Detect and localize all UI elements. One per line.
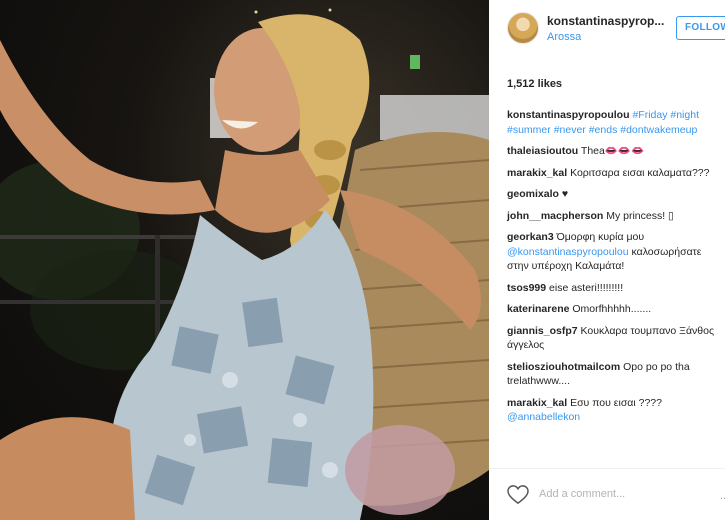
comment-username[interactable]: tsos999 <box>507 282 546 294</box>
comment-mention[interactable]: @konstantinaspyropoulou <box>507 246 629 258</box>
comment-item: marakix_kal Κοριτσαρα εισαι καλαματα??? <box>507 166 725 181</box>
comment-username[interactable]: giannis_osfp7 <box>507 325 578 337</box>
follow-button[interactable]: FOLLOW <box>676 16 725 40</box>
hashtag[interactable]: #dontwakemeup <box>620 124 697 136</box>
photo-illustration <box>0 8 489 520</box>
comment-username[interactable]: georkan3 <box>507 231 554 243</box>
comment-item: georkan3 Όμορφη κυρία μου @konstantinasp… <box>507 230 725 274</box>
comment-username[interactable]: stelioszio​uhotmailcom <box>507 361 620 373</box>
avatar[interactable] <box>507 12 539 44</box>
add-comment-input[interactable]: Add a comment... <box>539 488 625 500</box>
hashtag[interactable]: #never <box>554 124 586 136</box>
comment-text: Όμορφη κυρία μου <box>556 231 645 243</box>
comment-username[interactable]: john__macpherson <box>507 210 603 222</box>
comment-item: geomixalo ♥ <box>507 187 725 202</box>
comment-text: Omorfhhhhh....... <box>572 303 652 315</box>
more-options-icon[interactable]: ... <box>720 490 725 502</box>
post-photo[interactable] <box>0 0 489 520</box>
post-header: konstantinaspyrop... Arossa FOLLOW <box>489 0 725 58</box>
hashtag[interactable]: #Friday <box>632 109 667 121</box>
caption-username[interactable]: konstantinaspyropoulou <box>507 109 630 121</box>
comment-username[interactable]: marakix_kal <box>507 397 567 409</box>
comment-item: giannis_osfp7 Κουκλαρα τουμπανο Ξάνθος ά… <box>507 324 725 353</box>
comment-item: thaleiasioutou Thea👄👄👄 <box>507 144 725 159</box>
comment-mention[interactable]: @annabellekon <box>507 411 580 423</box>
hashtag[interactable]: #ends <box>589 124 618 136</box>
heart-outline-icon[interactable] <box>507 485 529 505</box>
comment-username[interactable]: katerinarene <box>507 303 569 315</box>
likes-count[interactable]: 1,512 likes <box>507 78 562 90</box>
comment-item: marakix_kal Εσυ που εισαι ???? @annabell… <box>507 396 725 425</box>
comment-text: ♥ <box>561 188 569 200</box>
caption: konstantinaspyropoulou #Friday #night #s… <box>507 108 725 137</box>
hashtag[interactable]: #night <box>670 109 699 121</box>
comment-item: john__macpherson My princess! ▯ <box>507 209 725 224</box>
comment-text: Εσυ που εισαι ???? <box>570 396 662 409</box>
comment-text: Κοριτσαρα εισαι καλαματα??? <box>570 166 710 179</box>
hashtag[interactable]: #summer <box>507 124 551 136</box>
comment-text: eise asteri!!!!!!!!! <box>549 281 624 294</box>
comment-item: stelioszio​uhotmailcom Opo po po tha tre… <box>507 360 725 389</box>
comment-item: tsos999 eise asteri!!!!!!!!! <box>507 281 725 296</box>
comment-username[interactable]: thaleiasioutou <box>507 145 578 157</box>
post-location[interactable]: Arossa <box>547 31 581 43</box>
post-side-panel: konstantinaspyrop... Arossa FOLLOW 1,512… <box>489 0 725 520</box>
comment-text: Thea👄👄👄 <box>580 145 645 157</box>
comment-text: My princess! ▯ <box>606 209 674 222</box>
comment-list: konstantinaspyropoulou #Friday #night #s… <box>507 108 725 432</box>
comment-item: katerinarene Omorfhhhhh....... <box>507 302 725 317</box>
comment-username[interactable]: marakix_kal <box>507 167 567 179</box>
divider <box>489 468 725 469</box>
comment-username[interactable]: geomixalo <box>507 188 559 200</box>
post-username[interactable]: konstantinaspyrop... <box>547 14 665 28</box>
